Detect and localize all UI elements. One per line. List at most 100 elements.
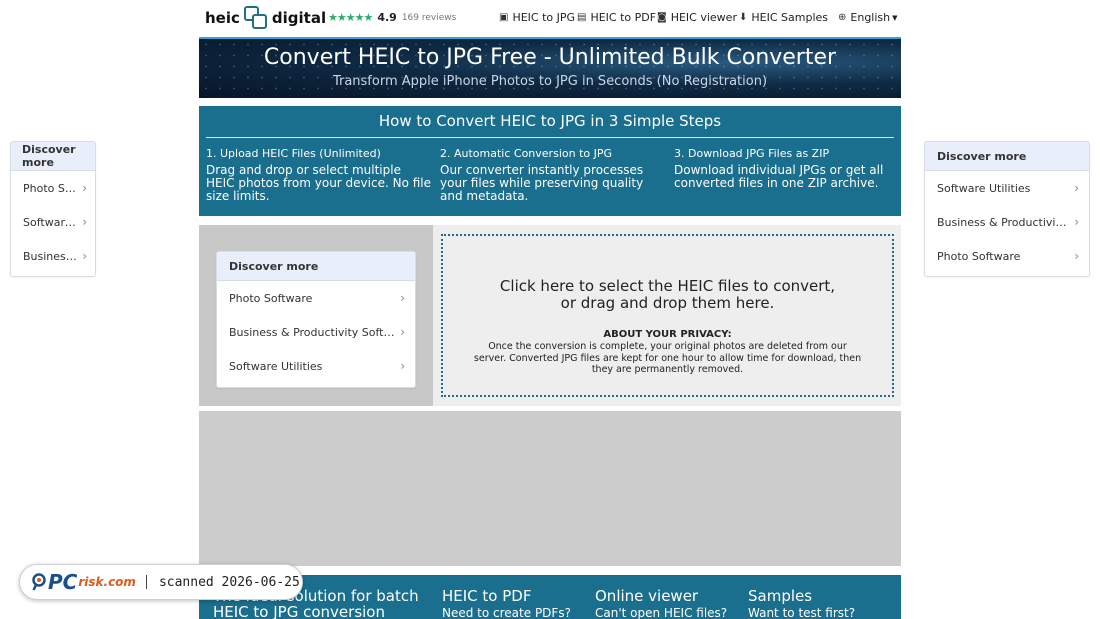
privacy-text: Once the conversion is complete, your or… (473, 341, 862, 375)
chevron-right-icon: › (82, 181, 87, 195)
step-1: 1. Upload HEIC Files (Unlimited) Drag an… (206, 147, 431, 203)
nav-label: HEIC Samples (751, 11, 829, 24)
chevron-right-icon: › (400, 291, 405, 305)
rating-stars-icon: ★★★★★ (328, 11, 373, 24)
discover-item-label: Software Utilities (229, 359, 323, 373)
discover-heading: Discover more (925, 142, 1089, 171)
file-dropzone[interactable]: Click here to select the HEIC files to c… (441, 234, 894, 397)
nav-heic-samples[interactable]: ⬇ HEIC Samples (739, 11, 828, 24)
nav-heic-viewer[interactable]: ◙ HEIC viewer (657, 11, 737, 24)
nav-label: HEIC to PDF (590, 11, 657, 24)
download-icon: ⬇ (739, 12, 748, 23)
logo-text-right: digital (271, 9, 327, 27)
discover-panel-center: Discover more Photo Software › Business … (216, 251, 416, 388)
feature-subtitle: Can't open HEIC files? (595, 606, 728, 619)
rating-count: 169 reviews (401, 12, 457, 23)
discover-item-photo-software[interactable]: Photo Software › (925, 239, 1089, 273)
nav-label: HEIC to JPG (512, 11, 576, 24)
discover-item-label: Photo Software (937, 249, 1021, 263)
chevron-right-icon: › (82, 215, 87, 229)
step-desc: Our converter instantly processes your f… (440, 163, 644, 203)
logo-convert-icon (243, 6, 268, 30)
discover-heading: Discover more (217, 252, 415, 281)
feature-subtitle: Need to create PDFs? (442, 606, 571, 619)
brand-letter-c: C (62, 570, 78, 594)
steps-section: How to Convert HEIC to JPG in 3 Simple S… (199, 106, 901, 216)
badge-separator (145, 575, 147, 589)
discover-item-label: Business & Productivity Software (23, 249, 78, 263)
step-title: 2. Automatic Conversion to JPG (440, 147, 613, 160)
discover-item-label: Business & Productivity Software (229, 325, 397, 339)
globe-icon: ⊕ (838, 12, 847, 23)
chevron-right-icon: › (400, 325, 405, 339)
discover-item-software-utilities[interactable]: Software Utilities › (11, 205, 95, 239)
image-icon: ▣ (499, 12, 509, 23)
discover-item-photo-software[interactable]: Photo Software › (11, 171, 95, 205)
ad-container-wide (199, 411, 901, 566)
ad-container-left: Discover more Photo Software › Business … (199, 225, 433, 406)
chevron-right-icon: › (1074, 249, 1079, 263)
rating-summary[interactable]: ★★★★★ 4.9 169 reviews (328, 11, 456, 24)
nav-heic-to-pdf[interactable]: ▤ HEIC to PDF (577, 11, 656, 24)
nav-label: HEIC viewer (670, 11, 737, 24)
hero-subtitle: Transform Apple iPhone Photos to JPG in … (332, 74, 768, 89)
discover-item-label: Software Utilities (23, 215, 78, 229)
language-dropdown[interactable]: ⊕ English ▼ (838, 11, 898, 24)
chevron-right-icon: › (1074, 181, 1079, 195)
step-desc: Download individual JPGs or get all conv… (674, 163, 884, 190)
step-title: 3. Download JPG Files as ZIP (674, 147, 830, 160)
chevron-right-icon: › (82, 249, 87, 263)
discover-item-label: Photo Software (23, 181, 79, 195)
chevron-right-icon: › (400, 359, 405, 373)
feature-subtitle: Want to test first? (748, 606, 856, 619)
feature-samples[interactable]: Samples Want to test first? (748, 588, 855, 619)
hero-banner: Convert HEIC to JPG Free - Unlimited Bul… (199, 37, 901, 98)
discover-item-business-software[interactable]: Business & Productivity Software › (11, 239, 95, 273)
scan-date: scanned 2026-06-25 (158, 574, 300, 590)
features-section: The ideal solution for batch HEIC to JPG… (199, 575, 901, 619)
discover-item-business-software[interactable]: Business & Productivity Software › (217, 315, 415, 349)
hero-title: Convert HEIC to JPG Free - Unlimited Bul… (263, 45, 837, 70)
discover-item-photo-software[interactable]: Photo Software › (217, 281, 415, 315)
dropzone-instructions: Click here to select the HEIC files to c… (443, 278, 892, 312)
scan-watermark-badge: P Crisk.com scanned 2026-06-25 (19, 564, 303, 600)
discover-heading: Discover more (11, 142, 95, 171)
nav-heic-to-jpg[interactable]: ▣ HEIC to JPG (499, 11, 575, 24)
discover-item-label: Photo Software (229, 291, 313, 305)
privacy-title: ABOUT YOUR PRIVACY: (603, 329, 732, 340)
rating-score: 4.9 (377, 11, 397, 24)
feature-title: Samples (748, 587, 813, 605)
logo-text-left: heic (205, 9, 240, 27)
step-title: 1. Upload HEIC Files (Unlimited) (206, 147, 381, 160)
steps-divider (206, 137, 894, 138)
discover-item-label: Business & Productivity Software (937, 215, 1070, 229)
viewer-icon: ◙ (657, 12, 667, 23)
dropzone-line-1: Click here to select the HEIC files to c… (499, 277, 836, 295)
chevron-right-icon: › (1074, 215, 1079, 229)
site-logo[interactable]: heic digital (205, 6, 326, 30)
step-3: 3. Download JPG Files as ZIP Download in… (674, 147, 899, 190)
brand-letter-p: P (48, 570, 63, 594)
pcrisk-logo: P Crisk.com (32, 570, 136, 594)
file-icon: ▤ (577, 12, 587, 23)
feature-heic-to-pdf[interactable]: HEIC to PDF Need to create PDFs? (442, 588, 571, 619)
brand-text: risk.com (78, 575, 136, 589)
dropzone-line-2: or drag and drop them here. (560, 294, 775, 312)
magnifier-icon (32, 573, 46, 591)
discover-item-software-utilities[interactable]: Software Utilities › (217, 349, 415, 383)
discover-panel-right: Discover more Software Utilities › Busin… (924, 141, 1090, 277)
discover-panel-left: Discover more Photo Software › Software … (10, 141, 96, 277)
discover-item-label: Software Utilities (937, 181, 1031, 195)
feature-title: Online viewer (595, 587, 699, 605)
feature-online-viewer[interactable]: Online viewer Can't open HEIC files? (595, 588, 727, 619)
steps-heading: How to Convert HEIC to JPG in 3 Simple S… (378, 112, 722, 130)
step-desc: Drag and drop or select multiple HEIC ph… (206, 163, 432, 203)
upload-container: Click here to select the HEIC files to c… (433, 225, 901, 406)
discover-item-business-software[interactable]: Business & Productivity Software › (925, 205, 1089, 239)
caret-down-icon: ▼ (892, 13, 898, 22)
site-header: heic digital ★★★★★ 4.9 169 reviews ▣ HEI… (0, 0, 1100, 36)
feature-title: HEIC to PDF (442, 587, 532, 605)
language-label: English (850, 11, 891, 24)
discover-item-software-utilities[interactable]: Software Utilities › (925, 171, 1089, 205)
step-2: 2. Automatic Conversion to JPG Our conve… (440, 147, 665, 203)
